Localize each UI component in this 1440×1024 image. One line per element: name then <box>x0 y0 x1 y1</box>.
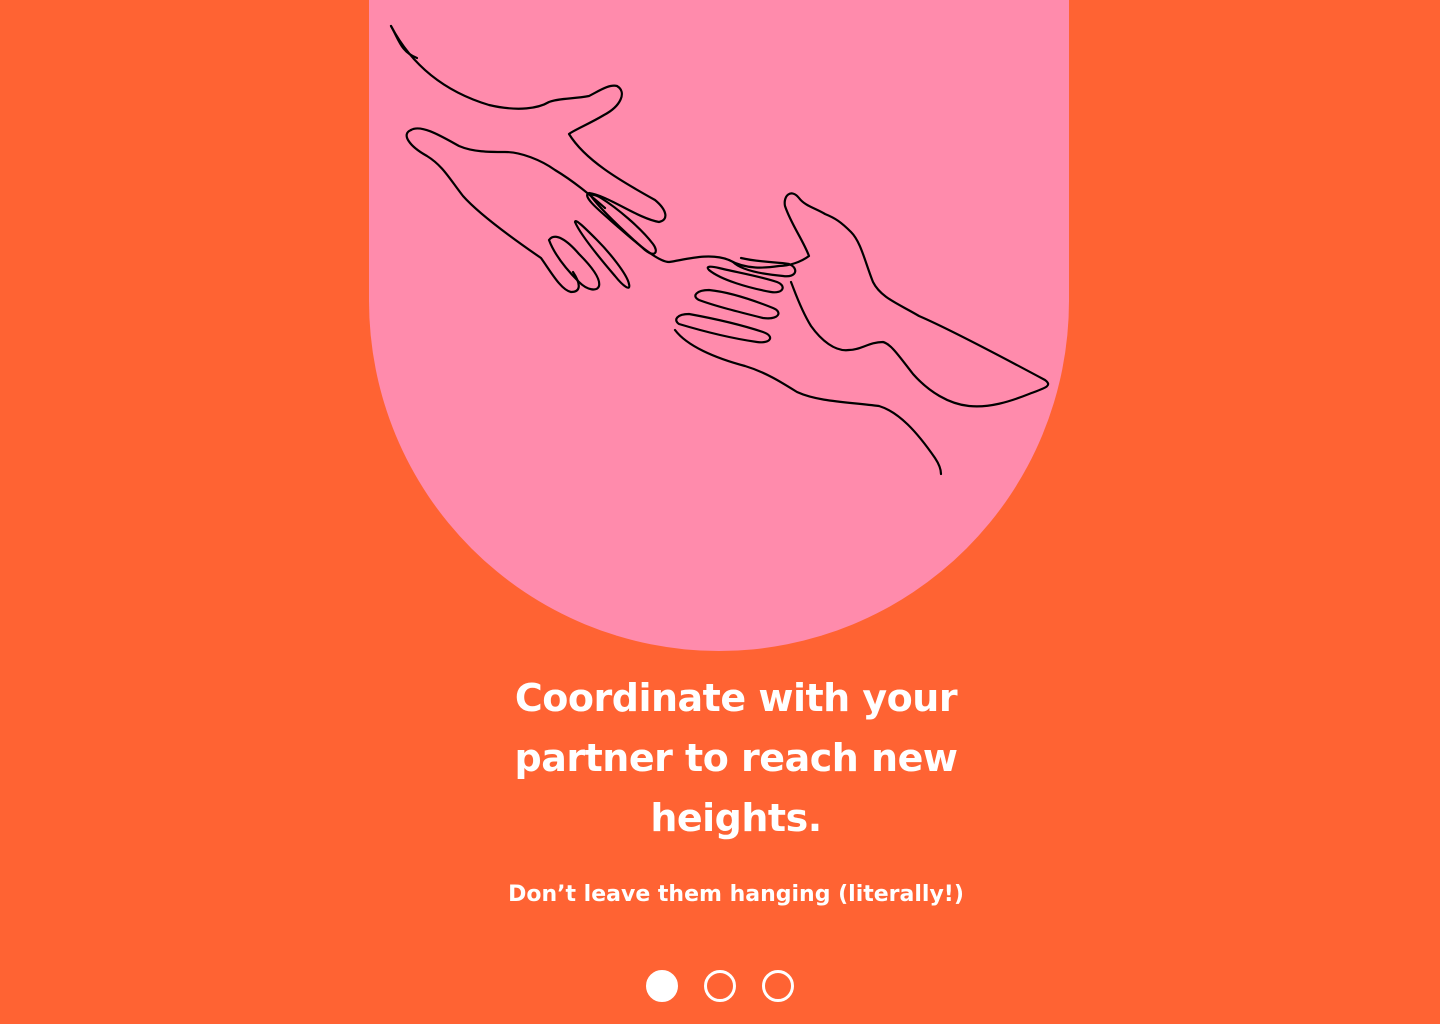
right-finger-3 <box>706 265 784 294</box>
left-thumb-top <box>409 127 607 210</box>
right-finger-2 <box>675 312 772 344</box>
page-dot-1[interactable] <box>646 970 678 1002</box>
reaching-hands-line-art-icon <box>389 24 1050 476</box>
page-indicator <box>646 970 794 1002</box>
left-palm-lower <box>405 128 580 294</box>
right-palm-lower <box>673 328 943 476</box>
page-dot-3[interactable] <box>762 970 794 1002</box>
left-finger-2 <box>573 220 631 289</box>
left-hand-outline <box>389 24 731 264</box>
right-finger-1 <box>694 288 780 320</box>
onboarding-headline: Coordinate with your partner to reach ne… <box>514 676 958 840</box>
page-dot-2[interactable] <box>704 970 736 1002</box>
right-hand-outline <box>727 192 1050 408</box>
onboarding-subheadline: Don’t leave them hanging (literally!) <box>508 882 964 907</box>
hero-illustration-card <box>369 0 1069 651</box>
